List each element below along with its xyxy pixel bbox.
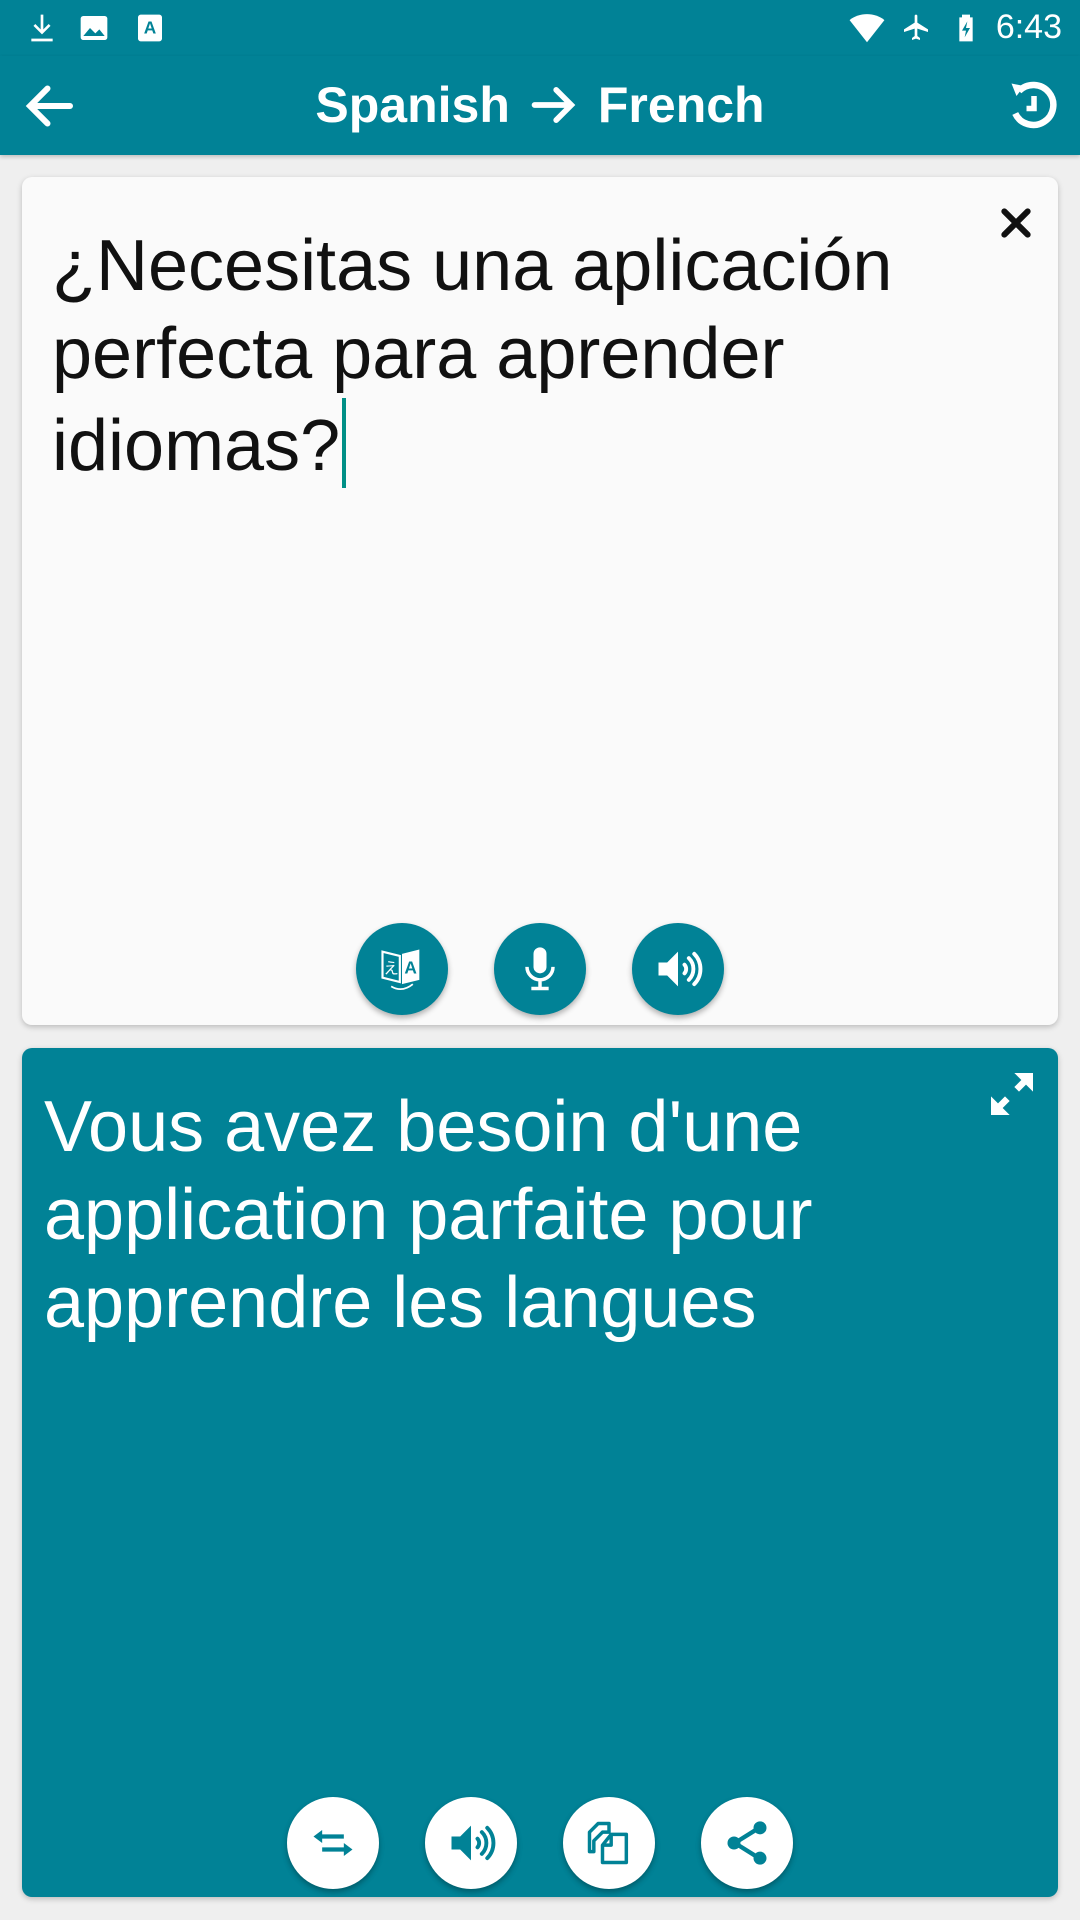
source-language[interactable]: Spanish (315, 76, 509, 134)
history-icon (1011, 81, 1057, 129)
wifi-icon (849, 14, 885, 43)
swap-languages-button[interactable] (287, 1797, 379, 1889)
output-actions (22, 1797, 1058, 1889)
volume-icon (658, 951, 703, 987)
copy-button[interactable] (563, 1797, 655, 1889)
input-panel: ¿Necesitas una aplicación perfecta para … (22, 177, 1058, 1025)
translate-icon: えA (381, 949, 420, 990)
share-button[interactable] (701, 1797, 793, 1889)
battery-charging-icon (959, 14, 973, 42)
history-button[interactable] (1004, 76, 1064, 136)
translated-text: Vous avez besoin d'une application parfa… (44, 1087, 813, 1343)
close-icon (1001, 208, 1031, 238)
clock: 6:43 (995, 8, 1062, 46)
svg-text:A: A (144, 17, 157, 37)
expand-button[interactable] (984, 1066, 1040, 1122)
microphone-icon (525, 947, 555, 991)
share-icon (727, 1821, 767, 1865)
clear-button[interactable] (996, 203, 1036, 243)
page-title: Spanish French (0, 76, 1080, 134)
text-cursor (342, 398, 347, 488)
image-icon (80, 16, 108, 40)
translate-button[interactable]: えA (356, 923, 448, 1015)
output-panel: Vous avez besoin d'une application parfa… (22, 1048, 1058, 1897)
speak-output-button[interactable] (425, 1797, 517, 1889)
source-text-input[interactable]: ¿Necesitas una aplicación perfecta para … (52, 222, 982, 490)
font-icon: A (138, 14, 162, 42)
status-bar: A 6:43 (0, 0, 1080, 56)
volume-icon (451, 1825, 496, 1861)
swap-icon (313, 1830, 353, 1856)
arrow-right-icon (531, 87, 576, 123)
source-text: ¿Necesitas una aplicación perfecta para … (52, 226, 893, 486)
expand-icon (991, 1073, 1033, 1115)
microphone-button[interactable] (494, 923, 586, 1015)
svg-text:A: A (404, 957, 417, 977)
app-bar: Spanish French (0, 56, 1080, 155)
airplane-mode-icon (904, 14, 928, 40)
svg-text:え: え (384, 960, 399, 977)
target-language[interactable]: French (598, 76, 765, 134)
input-actions: えA (22, 923, 1058, 1015)
download-icon (31, 14, 53, 42)
speak-input-button[interactable] (632, 923, 724, 1015)
copy-icon (587, 1821, 629, 1865)
